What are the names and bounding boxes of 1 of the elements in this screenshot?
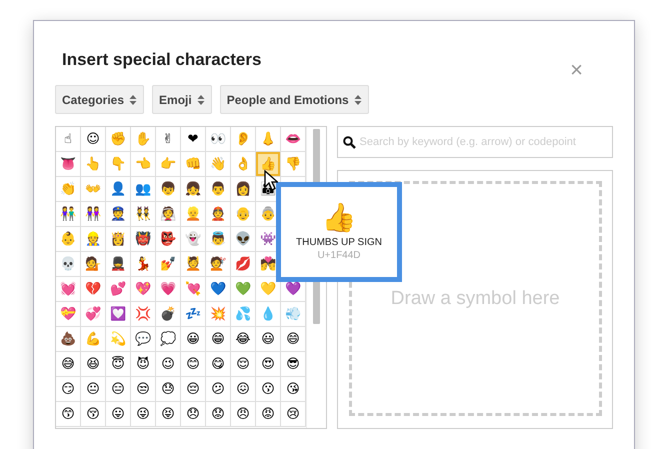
dialog-title: Insert special characters (62, 50, 262, 70)
